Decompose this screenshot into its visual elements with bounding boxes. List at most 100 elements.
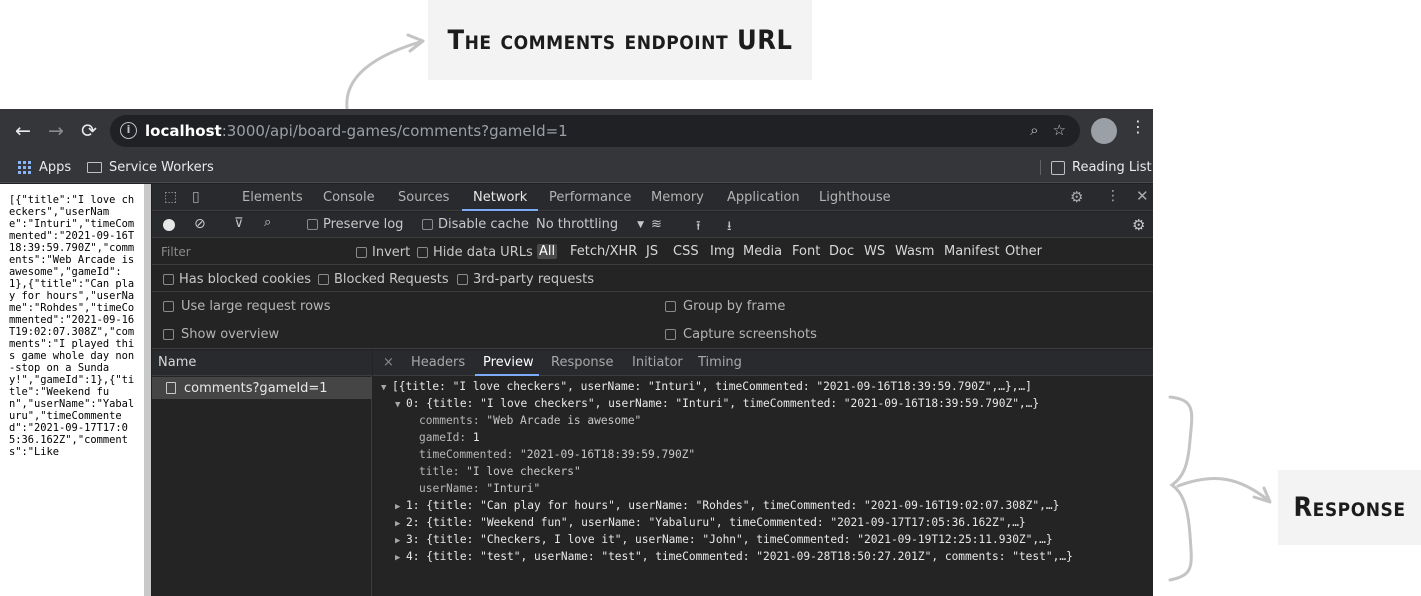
detail-tab-initiator[interactable]: Initiator [632,355,683,370]
show-overview-label: Show overview [181,327,280,342]
type-filter-css[interactable]: CSS [673,244,699,259]
invert-label: Invert [372,245,411,260]
field-value: 1 [472,431,480,444]
clear-icon[interactable]: ⊘ [194,216,206,232]
type-filter-media[interactable]: Media [743,244,782,259]
type-filter-wasm[interactable]: Wasm [895,244,934,259]
detail-tab-timing[interactable]: Timing [698,355,742,370]
record-icon[interactable] [163,219,175,231]
settings-gear-icon[interactable]: ⚙ [1070,188,1083,206]
site-info-icon[interactable]: i [120,122,137,139]
device-toolbar-icon[interactable]: ▯ [192,189,200,205]
type-filter-other[interactable]: Other [1005,244,1042,259]
preview-item-row[interactable]: ▶ 2: {title: "Weekend fun", userName: "Ya… [395,514,1026,531]
preview-item-row[interactable]: ▼ 0: {title: "I love checkers", userName:… [395,395,1039,412]
url-path: :3000/api/board-games/comments?gameId=1 [221,122,568,140]
tab-application[interactable]: Application [727,190,800,205]
field-key: timeCommented [419,448,507,461]
reading-list[interactable]: Reading List [1040,160,1152,175]
has-blocked-cookies-label: Has blocked cookies [179,272,312,287]
bookmark-star-icon[interactable]: ☆ [1053,121,1066,139]
tab-sources[interactable]: Sources [398,190,449,205]
type-filter-ws[interactable]: WS [864,244,885,259]
field-value: "I love checkers" [466,465,581,478]
bookmark-service-workers[interactable]: Service Workers [87,160,214,175]
field-key: title [419,465,453,478]
detail-tab-headers[interactable]: Headers [411,355,465,370]
request-name: comments?gameId=1 [184,380,328,396]
bookmark-service-workers-label: Service Workers [109,160,214,175]
network-conditions-icon[interactable]: ≋ [651,217,662,232]
tab-lighthouse[interactable]: Lighthouse [819,190,891,205]
export-har-icon[interactable]: ⭳ [727,217,732,239]
browser-menu-icon[interactable]: ⋮ [1130,117,1146,136]
chevron-down-icon: ▼ [637,219,644,230]
type-filter-font[interactable]: Font [792,244,820,259]
detail-active-tab-indicator [475,374,539,376]
reading-list-label: Reading List [1072,160,1152,175]
preview-item-row[interactable]: ▶ 3: {title: "Checkers, I love it", userN… [395,531,1053,548]
reload-icon[interactable]: ⟳ [76,118,102,144]
throttling-value: No throttling [536,217,619,232]
type-filter-js[interactable]: JS [646,244,658,259]
third-party-requests-checkbox[interactable]: 3rd-party requests [457,272,594,287]
tab-performance[interactable]: Performance [549,190,631,205]
preview-item-row[interactable]: ▶ 1: {title: "Can play for hours", userNa… [395,497,1059,514]
group-by-frame-checkbox[interactable]: Group by frame [665,299,785,314]
capture-screenshots-label: Capture screenshots [683,327,817,342]
capture-screenshots-checkbox[interactable]: Capture screenshots [665,327,817,342]
type-filter-manifest[interactable]: Manifest [944,244,999,259]
type-filter-all[interactable]: All [537,244,558,259]
field-key: gameId [419,431,460,444]
profile-avatar[interactable] [1091,118,1117,144]
preserve-log-checkbox[interactable]: Preserve log [307,217,403,232]
type-filter-doc[interactable]: Doc [829,244,854,259]
tab-console[interactable]: Console [323,190,375,205]
tab-elements[interactable]: Elements [242,190,303,205]
detail-tab-response[interactable]: Response [551,355,613,370]
blocked-requests-checkbox[interactable]: Blocked Requests [318,272,449,287]
forward-arrow-icon[interactable]: → [43,118,69,144]
has-blocked-cookies-checkbox[interactable]: Has blocked cookies [163,272,311,287]
zoom-icon[interactable]: ⌕ [1030,121,1038,139]
network-toolbar: ⊘ ⊽ ⌕ Preserve log Disable cache No thro… [152,212,1153,238]
hide-data-urls-checkbox[interactable]: Hide data URLs [417,245,533,260]
filter-funnel-icon[interactable]: ⊽ [234,216,244,231]
tab-network[interactable]: Network [473,190,527,205]
type-filter-fetch-xhr[interactable]: Fetch/XHR [570,244,637,259]
response-brace [1168,395,1194,582]
browser-toolbar: ← → ⟳ i localhost:3000/api/board-games/c… [0,109,1153,153]
blocked-filter-row: Has blocked cookies Blocked Requests 3rd… [152,266,1153,292]
invert-checkbox[interactable]: Invert [356,245,410,260]
close-devtools-icon[interactable]: ✕ [1136,187,1149,205]
field-key: comments [419,414,473,427]
detail-tabbar: × Headers Preview Response Initiator Tim… [373,350,1153,376]
type-filter-img[interactable]: Img [710,244,735,259]
blocked-requests-label: Blocked Requests [334,272,449,287]
inspect-element-icon[interactable]: ⬚ [164,189,177,205]
large-rows-checkbox[interactable]: Use large request rows [163,299,330,314]
back-arrow-icon[interactable]: ← [10,118,36,144]
large-rows-label: Use large request rows [181,299,331,314]
request-row[interactable]: comments?gameId=1 [152,377,372,399]
preview-field-row: title: "I love checkers" [419,465,581,478]
name-column-header[interactable]: Name [152,350,372,376]
import-har-icon[interactable]: ⭱ [696,217,701,239]
preview-root-row[interactable]: ▼ [{title: "I love checkers", userName: "… [381,378,1032,395]
throttling-select[interactable]: No throttling ▼ [536,217,644,232]
search-icon[interactable]: ⌕ [264,215,271,230]
preview-item-summary: 3: {title: "Checkers, I love it", userNa… [406,533,1053,546]
devtools-menu-icon[interactable]: ⋮ [1106,188,1120,204]
disable-cache-checkbox[interactable]: Disable cache [422,217,529,232]
address-bar[interactable]: i localhost:3000/api/board-games/comment… [110,115,1080,147]
show-overview-checkbox[interactable]: Show overview [163,327,279,342]
tab-memory[interactable]: Memory [651,190,704,205]
bookmark-apps[interactable]: Apps [18,160,71,175]
devtools-resize-handle[interactable] [144,184,151,596]
network-settings-gear-icon[interactable]: ⚙ [1132,216,1145,234]
detail-tab-preview[interactable]: Preview [483,355,534,370]
preserve-log-label: Preserve log [323,217,404,232]
preview-item-row[interactable]: ▶ 4: {title: "test", userName: "test", ti… [395,548,1073,565]
close-detail-icon[interactable]: × [383,355,394,370]
filter-input[interactable]: Filter [161,245,191,259]
